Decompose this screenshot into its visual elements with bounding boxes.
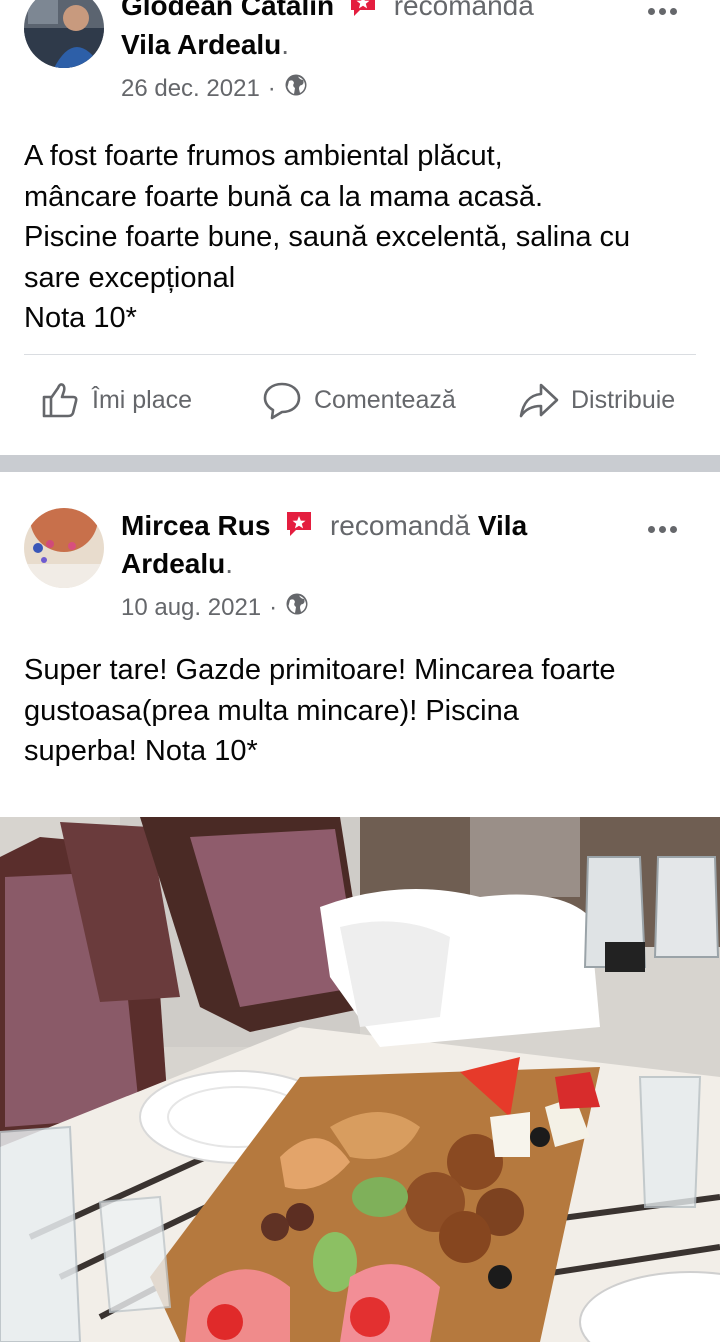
recommend-badge-icon	[284, 510, 314, 538]
like-label: Îmi place	[92, 385, 193, 414]
post-photo[interactable]	[0, 817, 720, 1342]
share-button[interactable]: Distribuie	[519, 380, 675, 420]
post-header-line2: Vila Ardealu.	[121, 27, 289, 63]
page-link[interactable]: Vila	[478, 510, 527, 541]
more-options-icon[interactable]	[648, 2, 682, 15]
post-text: A fost foarte frumos ambiental plăcut, m…	[24, 140, 631, 334]
feed-separator	[0, 455, 720, 472]
globe-icon	[285, 592, 309, 623]
post-header: Glodean Catalin recomandă	[121, 0, 534, 24]
header-period: .	[225, 548, 234, 579]
post-header-line2: Ardealu.	[121, 546, 233, 582]
author-name[interactable]: Mircea Rus	[121, 510, 270, 541]
author-avatar[interactable]	[24, 508, 104, 588]
share-icon	[519, 383, 559, 418]
post-text: Super tare! Gazde primitoare! Mincarea f…	[24, 654, 616, 767]
more-options-icon[interactable]	[648, 520, 682, 533]
comment-label: Comentează	[314, 385, 456, 414]
meta-separator: ·	[267, 74, 276, 102]
comment-button[interactable]: Comentează	[262, 380, 456, 420]
post-meta: 26 dec. 2021 ·	[121, 73, 308, 104]
recommend-verb: recomandă	[393, 0, 534, 21]
share-label: Distribuie	[571, 385, 676, 414]
post-date[interactable]: 26 dec. 2021	[121, 75, 260, 103]
header-period: .	[281, 29, 290, 60]
post-card: Glodean Catalin recomandă Vila Ardealu. …	[0, 0, 720, 455]
thumbs-up-icon	[42, 383, 78, 418]
post-card: Mircea Rus recomandă Vila Ardealu. 10 au…	[0, 472, 720, 1342]
divider	[24, 354, 696, 355]
meta-separator: ·	[269, 593, 278, 621]
post-date[interactable]: 10 aug. 2021	[121, 594, 261, 622]
author-name[interactable]: Glodean Catalin	[121, 0, 334, 21]
author-avatar[interactable]	[24, 0, 104, 68]
recommend-badge-icon	[348, 0, 378, 18]
post-actions: Îmi place Comentează Distribuie	[0, 370, 720, 430]
globe-icon	[284, 73, 308, 104]
page-link-continued[interactable]: Ardealu	[121, 548, 225, 579]
page-link[interactable]: Vila Ardealu	[121, 29, 281, 60]
recommend-verb: recomandă	[329, 510, 471, 541]
like-button[interactable]: Îmi place	[40, 380, 192, 420]
comment-icon	[263, 382, 301, 420]
post-header: Mircea Rus recomandă Vila	[121, 508, 527, 544]
post-meta: 10 aug. 2021 ·	[121, 592, 309, 623]
